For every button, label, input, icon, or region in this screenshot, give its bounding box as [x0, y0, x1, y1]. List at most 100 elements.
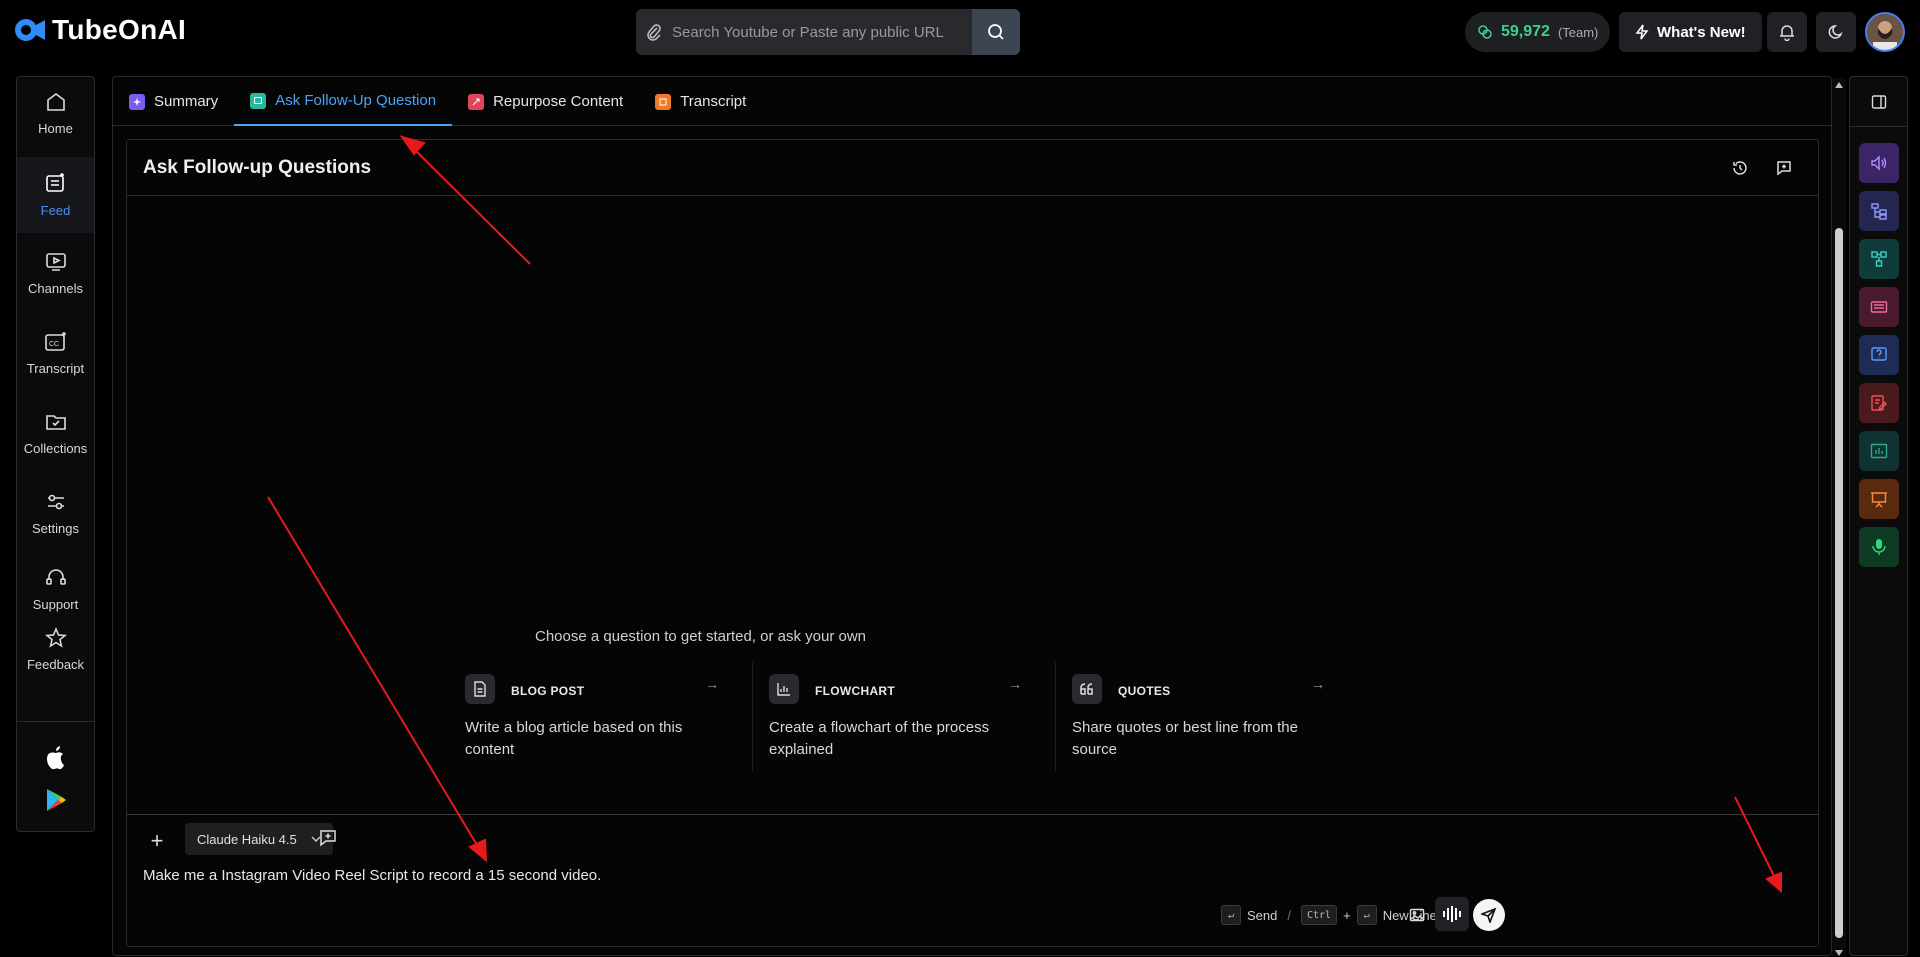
document-icon — [465, 674, 495, 704]
logo-icon — [15, 19, 45, 41]
folder-icon — [45, 415, 66, 430]
new-chat-button[interactable] — [1766, 150, 1802, 186]
tree-icon — [1871, 203, 1887, 220]
apple-icon[interactable] — [44, 744, 68, 770]
enter-key-icon: ↵ — [1356, 905, 1377, 925]
moon-icon — [1828, 25, 1843, 39]
notifications-button[interactable] — [1767, 12, 1807, 52]
message-plus-icon — [320, 830, 336, 847]
message-input[interactable]: Make me a Instagram Video Reel Script to… — [143, 867, 601, 884]
chat-icon — [250, 92, 267, 109]
attach-button[interactable]: + — [145, 829, 169, 853]
tab-label: Transcript — [680, 93, 747, 110]
scrollbar-thumb[interactable] — [1835, 228, 1843, 938]
microphone-icon — [1872, 539, 1886, 555]
audio-tool-button[interactable] — [1859, 143, 1899, 183]
main-panel: Summary Ask Follow-Up Question Repurpose… — [112, 76, 1832, 956]
tab-transcript[interactable]: Transcript — [639, 77, 762, 126]
sidebar-item-support[interactable]: Support — [17, 567, 94, 619]
sidebar-item-label: Feedback — [26, 657, 85, 672]
channels-icon — [45, 253, 66, 271]
sidebar-item-label: Transcript — [26, 361, 85, 376]
card-description: Create a flowchart of the process explai… — [769, 719, 990, 758]
sidebar-item-settings[interactable]: Settings — [17, 491, 94, 549]
slides-tool-button[interactable] — [1859, 287, 1899, 327]
tab-summary[interactable]: Summary — [113, 77, 234, 126]
presentation-tool-button[interactable] — [1859, 479, 1899, 519]
lightning-icon — [1635, 24, 1649, 40]
flowchart-tool-button[interactable] — [1859, 239, 1899, 279]
sidebar-item-feed[interactable]: Feed — [17, 157, 94, 233]
google-play-icon[interactable] — [45, 788, 67, 812]
sidebar-item-home[interactable]: Home — [17, 91, 94, 149]
image-upload-button[interactable] — [1405, 903, 1429, 927]
card-title: FLOWCHART — [815, 684, 896, 698]
sidebar-item-label: Feed — [40, 203, 71, 218]
sidebar-item-collections[interactable]: Collections — [17, 411, 94, 469]
feed-icon — [45, 173, 64, 192]
toggle-panel-button[interactable] — [1850, 77, 1907, 127]
main-scrollbar[interactable] — [1832, 78, 1846, 956]
send-button[interactable] — [1473, 899, 1505, 931]
tab-label: Ask Follow-Up Question — [275, 92, 437, 109]
summary-icon — [129, 93, 145, 110]
whats-new-button[interactable]: What's New! — [1619, 12, 1762, 52]
right-toolbar — [1849, 76, 1908, 956]
sliders-icon — [47, 494, 64, 510]
avatar[interactable] — [1865, 12, 1905, 52]
sidebar-item-transcript[interactable]: CC Transcript — [17, 331, 94, 389]
quiz-tool-button[interactable] — [1859, 335, 1899, 375]
star-icon — [44, 627, 67, 648]
chat-title: Ask Follow-up Questions — [143, 156, 372, 178]
prompt-title: Choose a question to get started, or ask… — [535, 628, 867, 645]
podcast-tool-button[interactable] — [1859, 527, 1899, 567]
suggestion-card-quotes[interactable]: QUOTES → Share quotes or best line from … — [1055, 662, 1345, 772]
credits-badge[interactable]: 59,972 (Team) — [1465, 12, 1611, 52]
search-bar[interactable]: Search Youtube or Paste any public URL — [636, 9, 1020, 55]
hint-separator: / — [1287, 907, 1291, 923]
voice-input-button[interactable] — [1435, 897, 1469, 931]
question-icon — [1871, 347, 1887, 361]
prompt-library-button[interactable] — [319, 829, 337, 847]
keyboard-icon — [1870, 301, 1888, 313]
search-input[interactable]: Search Youtube or Paste any public URL — [672, 24, 972, 41]
sidebar-item-feedback[interactable]: Feedback — [17, 627, 94, 679]
card-title: BLOG POST — [511, 684, 585, 698]
scroll-down-arrow[interactable] — [1835, 950, 1843, 956]
suggestion-card-blog-post[interactable]: BLOG POST → Write a blog article based o… — [449, 662, 739, 772]
app-store-links — [17, 721, 94, 831]
scroll-up-arrow[interactable] — [1835, 82, 1843, 88]
mindmap-tool-button[interactable] — [1859, 191, 1899, 231]
history-button[interactable] — [1722, 150, 1758, 186]
chart-icon — [769, 674, 799, 704]
suggestion-card-flowchart[interactable]: FLOWCHART → Create a flowchart of the pr… — [752, 662, 1042, 772]
logo[interactable]: TubeOnAI — [14, 14, 186, 46]
brand-name: TubeOnAI — [52, 14, 187, 45]
article-tool-button[interactable] — [1859, 383, 1899, 423]
tab-repurpose-content[interactable]: Repurpose Content — [452, 77, 639, 126]
paperclip-icon[interactable] — [636, 23, 672, 41]
coins-icon — [1478, 25, 1492, 39]
plus-sign: + — [1343, 907, 1351, 923]
report-tool-button[interactable] — [1859, 431, 1899, 471]
arrow-right-icon: → — [1008, 676, 1022, 692]
arrow-right-icon: → — [1311, 676, 1325, 692]
presentation-icon — [1871, 492, 1887, 508]
sidebar-item-channels[interactable]: Channels — [17, 251, 94, 309]
sidebar-item-label: Channels — [28, 281, 83, 296]
speaker-icon — [1871, 155, 1887, 171]
transcript-icon — [655, 93, 672, 110]
tab-ask-follow-up[interactable]: Ask Follow-Up Question — [234, 77, 453, 126]
search-icon — [988, 24, 1004, 40]
svg-text:CC: CC — [49, 341, 59, 348]
model-select[interactable]: Claude Haiku 4.5 — [185, 823, 333, 855]
image-icon — [1409, 908, 1425, 922]
theme-toggle-button[interactable] — [1816, 12, 1856, 52]
sidebar-item-label: Home — [38, 121, 73, 136]
cc-icon: CC — [44, 332, 66, 351]
left-sidebar: Home Feed Channels CC Transcript Collect… — [16, 76, 95, 832]
bell-icon — [1780, 25, 1794, 41]
arrow-right-icon: → — [705, 676, 719, 692]
search-button[interactable] — [972, 9, 1020, 55]
home-icon — [46, 93, 65, 111]
